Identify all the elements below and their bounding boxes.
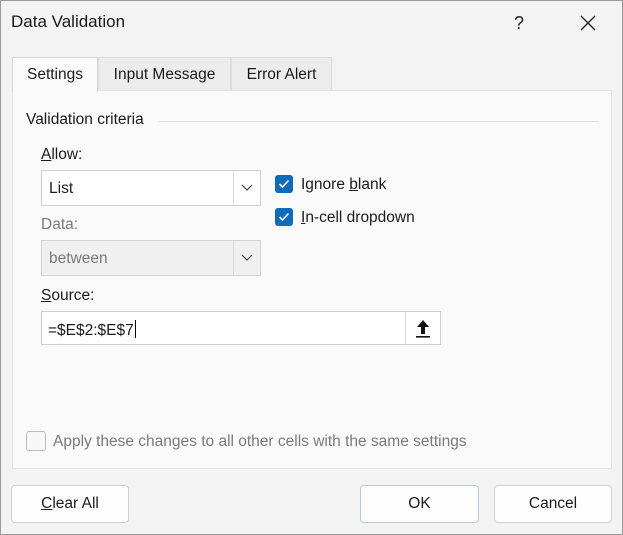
ignore-blank-label[interactable]: Ignore blank: [301, 176, 386, 194]
allow-label-accesskey: A: [41, 146, 52, 163]
settings-panel: Validation criteria Allow: List Data: be…: [12, 90, 612, 469]
allow-value: List: [49, 180, 74, 197]
tab-settings[interactable]: Settings: [12, 57, 98, 92]
validation-criteria-label: Validation criteria: [26, 111, 144, 128]
group-divider: [159, 121, 599, 122]
allow-dropdown[interactable]: List: [41, 170, 261, 206]
source-input[interactable]: =$E$2:$E$7: [41, 311, 441, 345]
allow-dropdown-arrow[interactable]: [233, 171, 260, 205]
data-dropdown: between: [41, 240, 261, 276]
source-value-text: =$E$2:$E$7: [48, 322, 134, 339]
allow-label-text: llow:: [51, 146, 83, 163]
clear-all-text: lear All: [52, 495, 99, 512]
ignore-blank-text-pre: Ignore: [301, 176, 350, 193]
collapse-dialog-button[interactable]: [405, 312, 440, 344]
title-bar: Data Validation ?: [1, 1, 622, 45]
source-label-accesskey: S: [41, 287, 52, 304]
ignore-blank-checkbox[interactable]: [275, 175, 293, 193]
tab-input-message[interactable]: Input Message: [98, 57, 231, 90]
data-validation-dialog: Data Validation ? Settings Input Message…: [0, 0, 623, 535]
clear-all-button[interactable]: Clear All: [11, 485, 129, 523]
close-button[interactable]: [564, 7, 612, 39]
source-label-text: ource:: [51, 287, 95, 304]
chevron-down-icon: [241, 254, 253, 261]
incell-dropdown-label[interactable]: In-cell dropdown: [301, 209, 415, 227]
checkmark-icon: [278, 212, 290, 222]
ok-button[interactable]: OK: [360, 485, 479, 523]
chevron-down-icon: [241, 184, 253, 191]
ignore-blank-text-rest: lank: [357, 176, 387, 193]
checkmark-icon: [278, 179, 290, 189]
data-label: Data:: [41, 216, 79, 233]
help-button[interactable]: ?: [498, 7, 540, 39]
apply-all-label: Apply these changes to all other cells w…: [53, 433, 467, 450]
dialog-title: Data Validation: [11, 12, 126, 31]
ignore-blank-accesskey: b: [349, 176, 358, 193]
incell-dropdown-text: n-cell dropdown: [305, 209, 415, 226]
data-dropdown-arrow: [233, 241, 260, 275]
cancel-button[interactable]: Cancel: [494, 485, 612, 523]
allow-label: Allow:: [41, 146, 82, 164]
apply-all-checkbox: [26, 431, 46, 451]
tab-error-alert[interactable]: Error Alert: [231, 57, 332, 90]
arrow-up-icon: [416, 320, 430, 338]
source-value: =$E$2:$E$7: [48, 320, 136, 340]
incell-dropdown-checkbox[interactable]: [275, 208, 293, 226]
close-icon: [580, 15, 596, 31]
data-value: between: [49, 250, 108, 267]
text-caret: [134, 320, 136, 338]
source-label: Source:: [41, 287, 94, 305]
clear-all-accesskey: C: [41, 495, 53, 512]
